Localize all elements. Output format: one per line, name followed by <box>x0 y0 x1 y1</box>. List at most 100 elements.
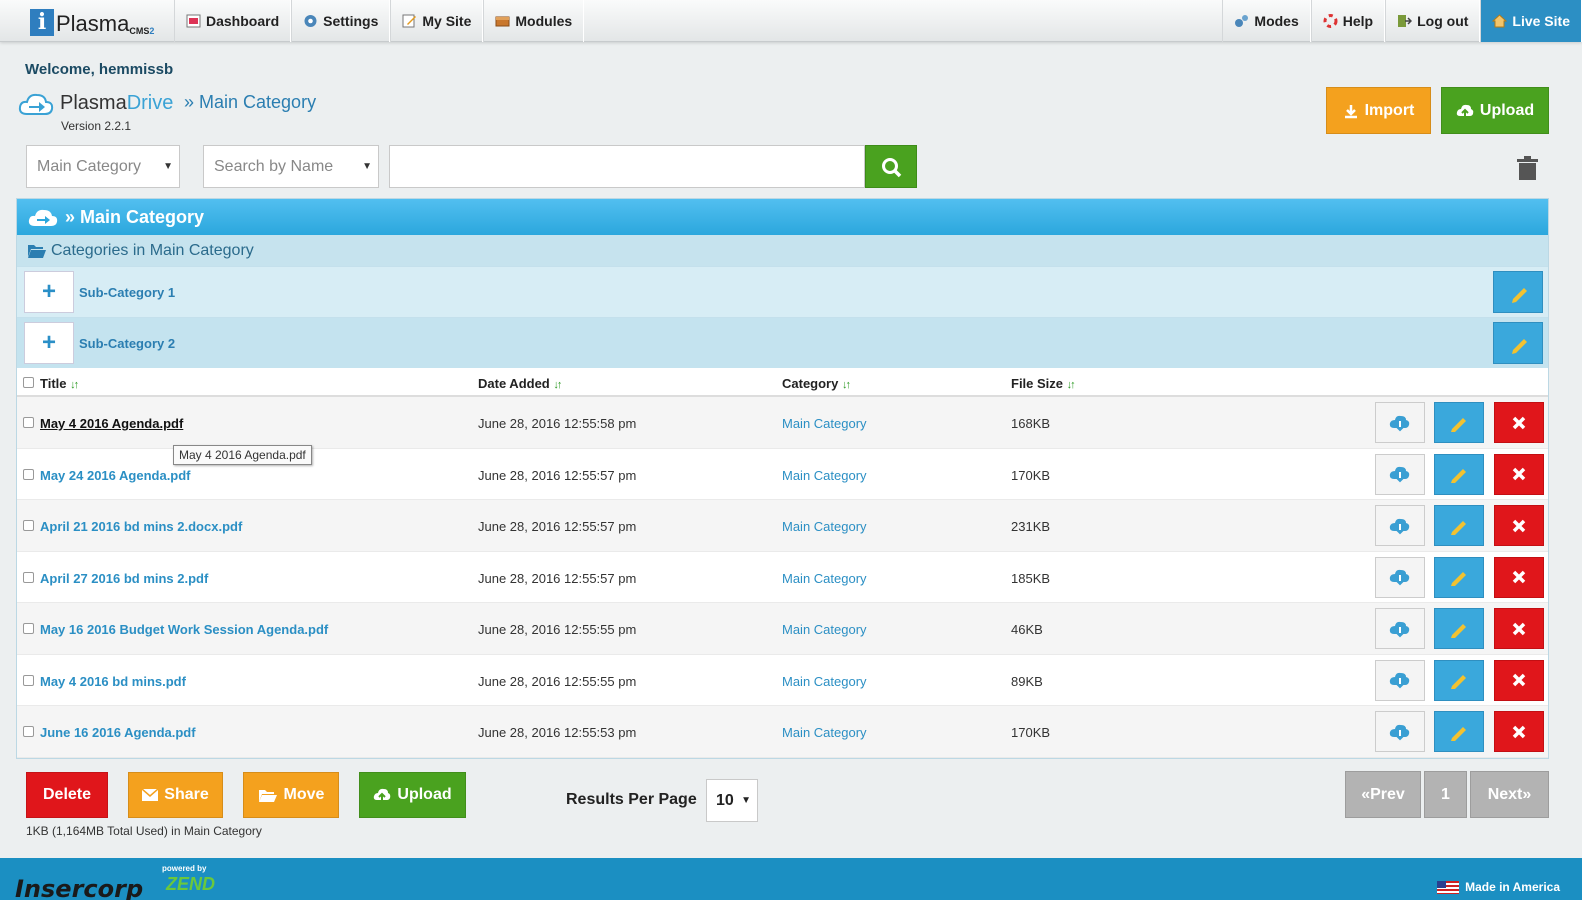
pencil-icon <box>402 14 417 28</box>
row-checkbox[interactable] <box>23 520 34 531</box>
results-per-page-select[interactable]: 10 ▼ <box>706 779 758 822</box>
subcategory-row[interactable]: + Sub-Category 1 <box>17 266 1548 317</box>
categories-heading-label: Categories in Main Category <box>51 241 254 259</box>
share-label: Share <box>164 786 209 803</box>
breadcrumb[interactable]: » Main Category <box>184 92 316 113</box>
col-title[interactable]: Title ↓↑ <box>40 376 79 391</box>
subcategory-name[interactable]: Sub-Category 2 <box>79 336 175 351</box>
row-checkbox[interactable] <box>23 726 34 737</box>
file-category[interactable]: Main Category <box>782 674 867 689</box>
trash-icon[interactable] <box>1515 156 1540 180</box>
download-button[interactable] <box>1375 659 1425 701</box>
share-button[interactable]: Share <box>128 772 223 818</box>
expand-plus-icon[interactable]: + <box>24 322 74 364</box>
file-date: June 28, 2016 12:55:55 pm <box>478 673 637 689</box>
file-category[interactable]: Main Category <box>782 571 867 586</box>
brand-sup-num: 2 <box>149 26 155 36</box>
edit-subcategory-button[interactable] <box>1493 322 1543 364</box>
file-title[interactable]: June 16 2016 Agenda.pdf <box>40 725 196 740</box>
edit-file-button[interactable] <box>1434 556 1484 598</box>
row-checkbox[interactable] <box>23 623 34 634</box>
edit-subcategory-button[interactable] <box>1493 271 1543 313</box>
edit-file-button[interactable] <box>1434 402 1484 443</box>
col-size[interactable]: File Size ↓↑ <box>1011 376 1076 391</box>
file-category[interactable]: Main Category <box>782 622 867 637</box>
delete-file-button[interactable] <box>1494 402 1544 443</box>
file-title[interactable]: April 27 2016 bd mins 2.pdf <box>40 571 208 586</box>
nav-my-site[interactable]: My Site <box>390 0 484 42</box>
nav-modes-label: Modes <box>1254 13 1299 29</box>
nav-left: Dashboard Settings My Site Modules <box>174 0 585 42</box>
edit-file-button[interactable] <box>1434 608 1484 649</box>
nav-logout[interactable]: Log out <box>1385 0 1481 42</box>
file-category[interactable]: Main Category <box>782 725 867 740</box>
file-category[interactable]: Main Category <box>782 468 867 483</box>
upload-button-bottom[interactable]: Upload <box>359 772 466 818</box>
edit-file-button[interactable] <box>1434 659 1484 701</box>
next-page-button[interactable]: Next» <box>1470 771 1549 818</box>
row-checkbox[interactable] <box>23 674 34 686</box>
move-button[interactable]: Move <box>243 772 339 818</box>
import-icon <box>1344 104 1357 118</box>
select-all-checkbox[interactable] <box>23 377 34 388</box>
edit-file-button[interactable] <box>1434 711 1484 752</box>
pencil-icon <box>1451 675 1466 689</box>
expand-plus-icon[interactable]: + <box>24 271 74 313</box>
delete-file-button[interactable] <box>1494 711 1544 752</box>
download-button[interactable] <box>1375 453 1425 495</box>
edit-file-button[interactable] <box>1434 453 1484 495</box>
nav-modules-label: Modules <box>515 13 573 29</box>
folder-open-icon <box>258 789 277 802</box>
nav-modes[interactable]: Modes <box>1222 0 1311 42</box>
upload-button-top[interactable]: Upload <box>1441 87 1549 134</box>
delete-file-button[interactable] <box>1494 453 1544 495</box>
row-checkbox[interactable] <box>23 417 34 428</box>
import-button[interactable]: Import <box>1326 87 1431 134</box>
download-button[interactable] <box>1375 608 1425 649</box>
download-button[interactable] <box>1375 505 1425 546</box>
file-category[interactable]: Main Category <box>782 416 867 431</box>
subcategory-row[interactable]: + Sub-Category 2 <box>17 317 1548 368</box>
subcategory-name[interactable]: Sub-Category 1 <box>79 285 175 300</box>
cloud-arrow-icon <box>28 209 58 226</box>
file-title[interactable]: April 21 2016 bd mins 2.docx.pdf <box>40 519 242 534</box>
logo-i-icon: i <box>30 9 54 36</box>
tooltip: May 4 2016 Agenda.pdf <box>173 445 312 465</box>
nav-help[interactable]: Help <box>1310 0 1386 42</box>
edit-file-button[interactable] <box>1434 505 1484 546</box>
cloud-download-icon <box>1389 724 1410 740</box>
nav-modules[interactable]: Modules <box>483 0 585 42</box>
nav-settings[interactable]: Settings <box>291 0 391 42</box>
col-date[interactable]: Date Added ↓↑ <box>478 376 562 391</box>
category-select[interactable]: Main Category ▼ <box>26 145 180 188</box>
page-1-button[interactable]: 1 <box>1424 771 1467 818</box>
download-button[interactable] <box>1375 402 1425 443</box>
plasma-cms-logo[interactable]: i Plasma CMS2 <box>30 6 154 36</box>
modules-icon <box>495 16 510 27</box>
file-size: 46KB <box>1011 622 1043 637</box>
search-button[interactable] <box>865 145 917 188</box>
delete-file-button[interactable] <box>1494 659 1544 701</box>
nav-dashboard[interactable]: Dashboard <box>174 0 292 42</box>
file-title[interactable]: May 16 2016 Budget Work Session Agenda.p… <box>40 622 328 637</box>
insercorp-logo[interactable]: Insercorp <box>15 875 143 900</box>
delete-file-button[interactable] <box>1494 505 1544 546</box>
row-checkbox[interactable] <box>23 468 34 480</box>
delete-button[interactable]: Delete <box>26 772 108 818</box>
file-title[interactable]: May 4 2016 bd mins.pdf <box>40 674 186 689</box>
nav-live-site[interactable]: Live Site <box>1480 0 1582 42</box>
delete-file-button[interactable] <box>1494 556 1544 598</box>
file-title[interactable]: May 4 2016 Agenda.pdf <box>40 416 183 431</box>
chevron-down-icon: ▼ <box>163 161 173 172</box>
file-title[interactable]: May 24 2016 Agenda.pdf <box>40 468 191 483</box>
page-label: 1 <box>1441 785 1450 803</box>
delete-file-button[interactable] <box>1494 608 1544 649</box>
col-category[interactable]: Category ↓↑ <box>782 376 851 391</box>
prev-page-button[interactable]: «Prev <box>1345 771 1421 818</box>
search-input[interactable] <box>389 145 865 188</box>
download-button[interactable] <box>1375 556 1425 598</box>
search-field-select[interactable]: Search by Name ▼ <box>203 145 379 188</box>
download-button[interactable] <box>1375 711 1425 752</box>
row-checkbox[interactable] <box>23 571 34 583</box>
file-category[interactable]: Main Category <box>782 519 867 534</box>
